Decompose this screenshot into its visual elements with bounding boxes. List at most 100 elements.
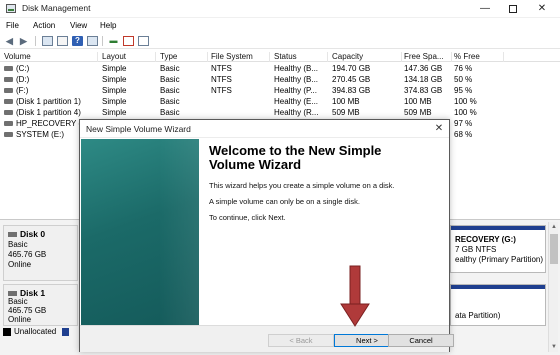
table-row[interactable]: (C:) Simple Basic NTFS Healthy (B... 194.70 G…	[0, 63, 560, 74]
wizard-text-2: A simple volume can only be on a single …	[209, 197, 360, 206]
volume-icon	[4, 88, 13, 93]
table-cell: Healthy (B...	[274, 64, 319, 73]
volume-icon	[4, 66, 13, 71]
list-header: Volume Layout Type File System Status Ca…	[0, 50, 560, 62]
wizard-close-button[interactable]: ✕	[432, 122, 446, 136]
toolbar: ◀ ▶ ? ▬	[0, 33, 560, 49]
col-volume[interactable]: Volume	[4, 52, 98, 62]
table-row[interactable]: (Disk 1 partition 4) Simple Basic Healthy (…	[0, 107, 560, 118]
table-cell: 68 %	[454, 130, 473, 139]
menu-view[interactable]: View	[70, 21, 87, 30]
disk-0-type: Basic	[8, 240, 28, 249]
disk-0-label[interactable]: Disk 0 Basic 465.76 GB Online	[3, 225, 78, 281]
partition-disk1-data[interactable]: ata Partition)	[450, 284, 546, 326]
unallocated-swatch	[3, 327, 11, 336]
table-cell: 76 %	[454, 64, 473, 73]
table-cell: Healthy (R...	[274, 108, 319, 117]
col-layout[interactable]: Layout	[102, 52, 156, 62]
minimize-button[interactable]: —	[473, 0, 497, 18]
table-cell: 134.18 GB	[404, 75, 443, 84]
disk-1-status: Online	[8, 315, 32, 324]
table-row[interactable]: (Disk 1 partition 1) Simple Basic Healthy (…	[0, 96, 560, 107]
table-cell: Basic	[160, 97, 180, 106]
table-cell: 147.36 GB	[404, 64, 443, 73]
console-tree-icon[interactable]	[42, 36, 53, 46]
col-free-space[interactable]: Free Spa...	[404, 52, 452, 62]
wizard-text-3: To continue, click Next.	[209, 213, 286, 222]
disk-1-label[interactable]: Disk 1 Basic 465.75 GB Online	[3, 284, 78, 326]
table-cell: 509 MB	[404, 108, 432, 117]
table-row[interactable]: (F:) Simple Basic NTFS Healthy (P... 394.83 G…	[0, 85, 560, 96]
toolbar-separator	[102, 36, 103, 46]
disk-icon	[8, 232, 17, 238]
menu-file[interactable]: File	[6, 21, 19, 30]
annotation-arrow-icon	[340, 265, 370, 327]
check-icon[interactable]	[123, 36, 134, 46]
disk-0-size: 465.76 GB	[8, 250, 47, 259]
close-button[interactable]: ✕	[530, 0, 554, 18]
maximize-icon	[509, 5, 517, 13]
window-title: Disk Management	[22, 3, 91, 13]
wizard-text-1: This wizard helps you create a simple vo…	[209, 181, 395, 190]
disk-0-status: Online	[8, 260, 32, 269]
menu-bar: File Action View Help	[0, 19, 560, 33]
table-cell: Healthy (P...	[274, 86, 317, 95]
scroll-down-icon[interactable]: ▼	[550, 343, 558, 351]
table-cell: Basic	[160, 108, 180, 117]
disk-map-scrollbar[interactable]: ▲ ▼	[548, 222, 558, 352]
col-type[interactable]: Type	[160, 52, 208, 62]
table-cell: 394.83 GB	[332, 86, 371, 95]
table-cell: Basic	[160, 86, 180, 95]
scroll-thumb[interactable]	[550, 234, 558, 264]
wizard-title-bar: New Simple Volume Wizard ✕	[80, 120, 449, 138]
table-cell: 509 MB	[332, 108, 360, 117]
col-status[interactable]: Status	[274, 52, 328, 62]
toolbar-separator	[35, 36, 36, 46]
table-row[interactable]: (D:) Simple Basic NTFS Healthy (B... 270.45 G…	[0, 74, 560, 85]
list-view-icon[interactable]	[57, 36, 68, 46]
table-cell: 100 %	[454, 97, 477, 106]
scroll-up-icon[interactable]: ▲	[550, 223, 558, 231]
volume-icon	[4, 77, 13, 82]
maximize-button[interactable]	[501, 0, 525, 18]
col-percent-free[interactable]: % Free	[454, 52, 504, 62]
back-button[interactable]: < Back	[268, 334, 334, 347]
col-capacity[interactable]: Capacity	[332, 52, 402, 62]
table-cell: NTFS	[211, 86, 232, 95]
table-cell: (F:)	[16, 86, 29, 95]
forward-arrow-icon[interactable]: ▶	[18, 36, 29, 46]
connect-disk-icon[interactable]: ▬	[108, 36, 119, 46]
table-cell: Simple	[102, 86, 127, 95]
table-cell: Simple	[102, 75, 127, 84]
cancel-button[interactable]: Cancel	[388, 334, 454, 347]
table-cell: (D:)	[16, 75, 30, 84]
menu-help[interactable]: Help	[100, 21, 116, 30]
table-cell: Healthy (B...	[274, 75, 319, 84]
wizard-title: New Simple Volume Wizard	[86, 124, 191, 134]
primary-swatch	[62, 327, 70, 336]
partition-hp-recovery[interactable]: RECOVERY (G:) 7 GB NTFS ealthy (Primary …	[450, 225, 546, 273]
wizard-footer: < Back Next > Cancel	[80, 325, 454, 352]
table-cell: 50 %	[454, 75, 473, 84]
table-cell: Healthy (E...	[274, 97, 319, 106]
legend-unallocated: Unallocated	[14, 327, 57, 336]
menu-action[interactable]: Action	[33, 21, 55, 30]
partition-recovery-name: RECOVERY (G:)	[455, 235, 516, 244]
partition-bar	[451, 226, 545, 230]
partition-disk1-status: ata Partition)	[455, 311, 501, 320]
wizard-side-banner	[81, 139, 199, 325]
table-cell: Basic	[160, 75, 180, 84]
partition-recovery-status: ealthy (Primary Partition)	[455, 255, 544, 264]
wizard-heading: Welcome to the New Simple Volume Wizard	[209, 143, 382, 172]
table-cell: 100 MB	[404, 97, 432, 106]
help-icon[interactable]: ?	[72, 36, 83, 46]
table-cell: (Disk 1 partition 4)	[16, 108, 81, 117]
table-cell: (C:)	[16, 64, 30, 73]
title-bar: Disk Management — ✕	[0, 0, 560, 18]
properties-icon[interactable]	[87, 36, 98, 46]
table-cell: 270.45 GB	[332, 75, 371, 84]
settings-list-icon[interactable]	[138, 36, 149, 46]
table-cell: 97 %	[454, 119, 473, 128]
col-file-system[interactable]: File System	[211, 52, 270, 62]
back-arrow-icon[interactable]: ◀	[4, 36, 15, 46]
